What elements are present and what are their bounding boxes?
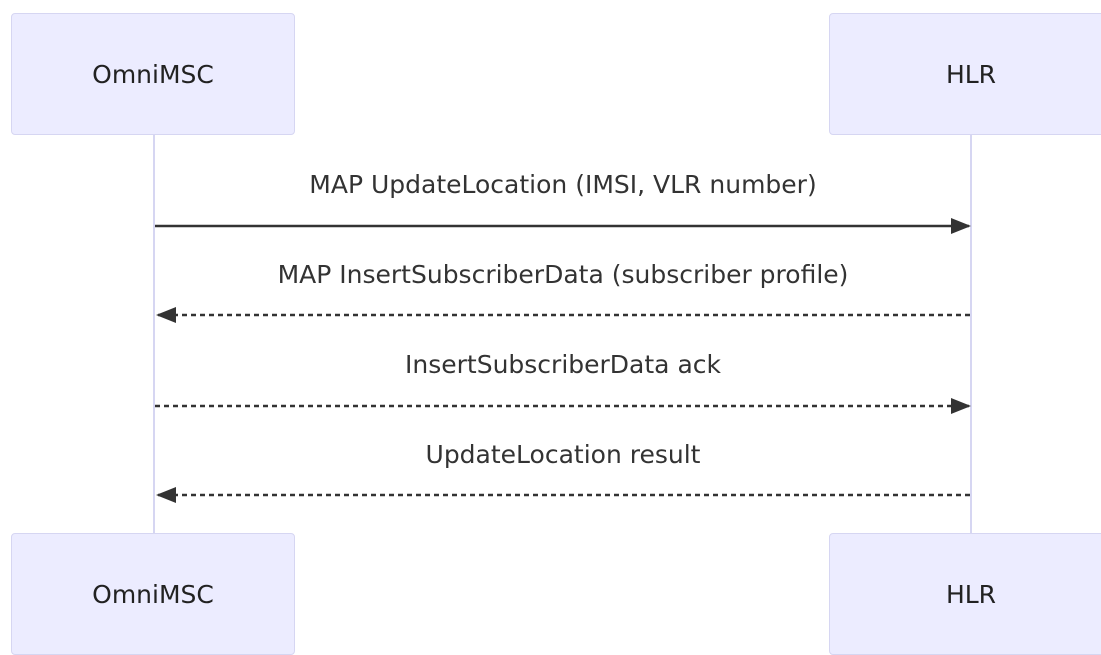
actor-hlr-top: HLR: [829, 13, 1101, 135]
actor-omnimsc-top: OmniMSC: [11, 13, 295, 135]
actor-omnimsc-bottom: OmniMSC: [11, 533, 295, 655]
actor-label: OmniMSC: [92, 579, 214, 609]
message-2-label: MAP InsertSubscriberData (subscriber pro…: [277, 260, 849, 289]
actor-label: HLR: [945, 59, 997, 89]
sequence-diagram: OmniMSC HLR MAP UpdateLocation (IMSI, VL…: [0, 0, 1101, 655]
message-1-label: MAP UpdateLocation (IMSI, VLR number): [309, 170, 817, 199]
actor-hlr-bottom: HLR: [829, 533, 1101, 655]
message-4-label: UpdateLocation result: [425, 440, 701, 469]
message-3-label: InsertSubscriberData ack: [405, 350, 721, 379]
actor-label: OmniMSC: [92, 59, 214, 89]
actor-label: HLR: [945, 579, 997, 609]
